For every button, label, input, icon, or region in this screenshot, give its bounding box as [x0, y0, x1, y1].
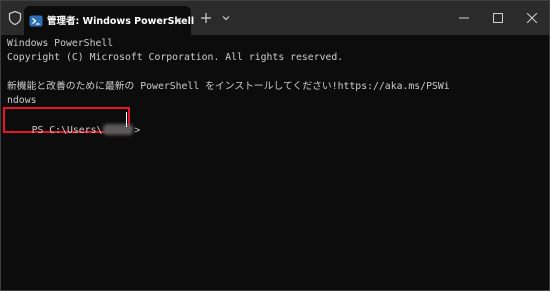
prompt-line[interactable]: PS C:\Users\ > — [8, 113, 140, 147]
maximize-icon — [493, 13, 503, 23]
minimize-icon — [459, 17, 469, 19]
maximize-button[interactable] — [481, 1, 515, 35]
close-window-button[interactable] — [515, 1, 549, 35]
redacted-username — [103, 124, 134, 135]
minimize-button[interactable] — [447, 1, 481, 35]
new-tab-button[interactable] — [198, 10, 214, 26]
tab-powershell[interactable]: 管理者: Windows PowerShell — [24, 6, 194, 35]
chevron-down-icon — [222, 16, 230, 21]
terminal-window: 管理者: Windows PowerShell Windows PowerShe… — [0, 0, 550, 291]
prompt-prefix: PS C:\Users\ — [31, 125, 103, 136]
prompt-suffix: > — [134, 125, 141, 136]
plus-icon — [201, 13, 211, 23]
dropdown-button[interactable] — [219, 10, 233, 26]
title-bar[interactable]: 管理者: Windows PowerShell — [1, 1, 549, 35]
output-line: Copyright (C) Microsoft Corporation. All… — [7, 52, 344, 64]
terminal-output: Windows PowerShell Copyright (C) Microso… — [7, 37, 450, 108]
output-line: 新機能と改善のために最新の PowerShell をインストールしてください!h… — [7, 80, 450, 92]
close-icon[interactable] — [171, 13, 185, 27]
output-line: Windows PowerShell — [7, 38, 114, 49]
close-window-icon — [527, 13, 537, 23]
powershell-icon — [29, 13, 43, 27]
text-cursor — [126, 112, 127, 127]
shield-icon — [7, 10, 23, 26]
